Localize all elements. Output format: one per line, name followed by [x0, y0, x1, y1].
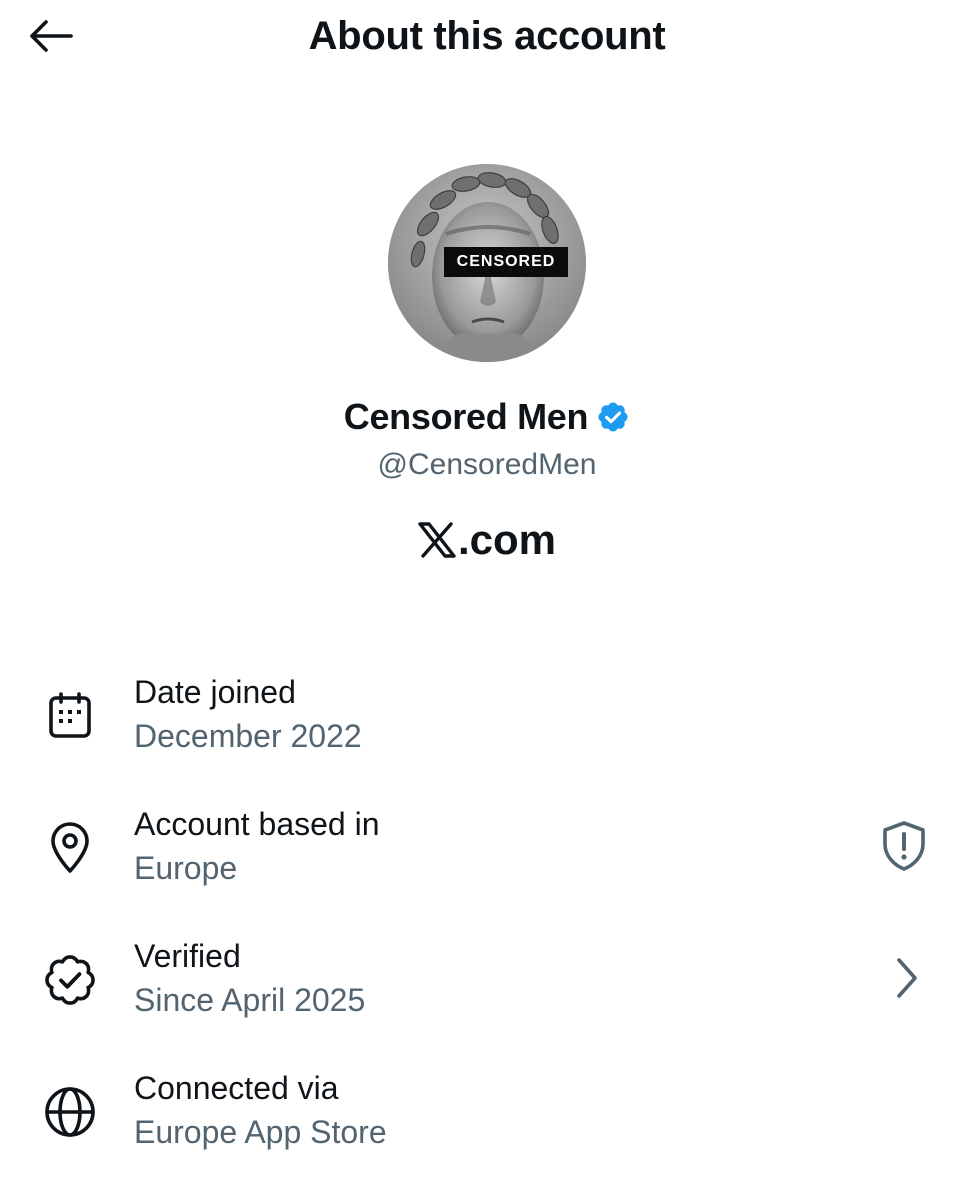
x-logo-icon [418, 522, 456, 558]
globe-icon [40, 1082, 100, 1142]
display-name-row: Censored Men [0, 393, 974, 441]
detail-row-verified[interactable]: Verified Since April 2025 [0, 934, 974, 1044]
avatar[interactable]: CENSORED [388, 164, 586, 362]
detail-value: December 2022 [134, 718, 362, 754]
censor-bar-label: CENSORED [444, 247, 568, 277]
detail-label: Verified [134, 938, 241, 974]
detail-value: Since April 2025 [134, 982, 366, 1018]
detail-row-account-based-in: Account based in Europe [0, 802, 974, 912]
verified-badge-icon [40, 950, 100, 1010]
account-handle: @CensoredMen [377, 448, 597, 481]
detail-value: Europe [134, 850, 238, 886]
shield-alert-icon[interactable] [874, 816, 934, 876]
detail-label: Connected via [134, 1070, 339, 1106]
chevron-right-icon[interactable] [876, 948, 936, 1008]
detail-row-date-joined: Date joined December 2022 [0, 670, 974, 780]
detail-value: Europe App Store [134, 1114, 387, 1150]
verified-check-icon [598, 402, 628, 432]
page-title: About this account [308, 14, 666, 58]
platform-label: .com [0, 512, 974, 568]
calendar-icon [40, 686, 100, 746]
detail-label: Account based in [134, 806, 380, 842]
location-pin-icon [40, 818, 100, 878]
platform-domain-text: .com [457, 516, 557, 563]
detail-row-connected-via: Connected via Europe App Store [0, 1066, 974, 1176]
top-bar: About this account [0, 0, 974, 76]
detail-label: Date joined [134, 674, 296, 710]
display-name: Censored Men [343, 396, 589, 437]
